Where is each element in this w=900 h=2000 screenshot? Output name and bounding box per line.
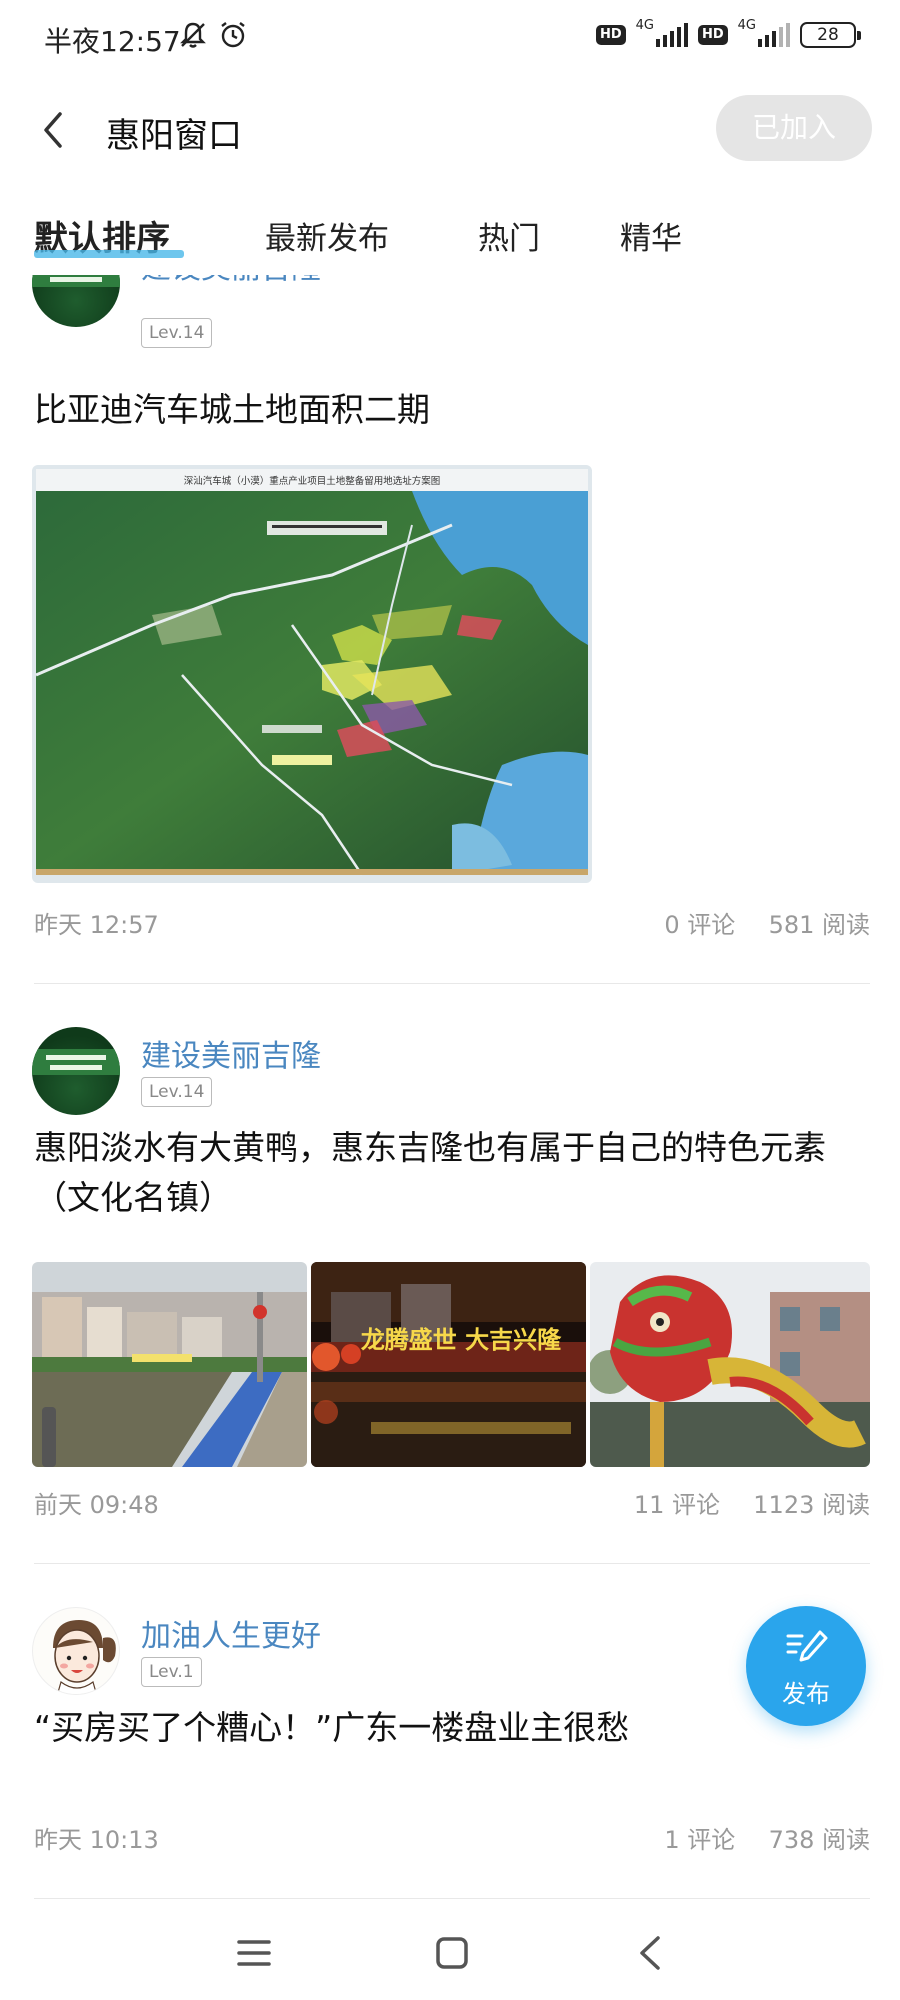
lights-banner-text: 龙腾盛世 大吉兴隆: [361, 1326, 562, 1354]
map-caption: 深汕汽车城（小漠）重点产业项目土地整备留用地选址方案图: [184, 475, 441, 487]
read-count: 738 阅读: [768, 1826, 870, 1854]
tab-latest[interactable]: 最新发布: [265, 213, 389, 258]
divider: [34, 983, 870, 984]
post-stats: 1 评论 738 阅读: [664, 1820, 870, 1855]
post-author[interactable]: 建设美丽吉隆: [141, 1031, 321, 1075]
home-square-icon[interactable]: [434, 1935, 470, 1971]
back-arrow-icon[interactable]: [38, 108, 68, 152]
back-triangle-icon[interactable]: [632, 1935, 668, 1971]
level-badge: Lev.14: [141, 1077, 213, 1107]
avatar[interactable]: [32, 275, 120, 327]
level-badge: Lev.1: [141, 1657, 202, 1687]
tab-hot[interactable]: 热门: [478, 213, 540, 258]
network-type-1: 4G: [635, 17, 654, 33]
joined-button[interactable]: 已加入: [716, 95, 872, 161]
comment-count[interactable]: 11 评论: [634, 1491, 720, 1519]
status-time: 半夜12:57: [44, 25, 181, 58]
read-count: 581 阅读: [768, 911, 870, 939]
post-stats: 11 评论 1123 阅读: [634, 1485, 870, 1520]
avatar[interactable]: [32, 1607, 120, 1695]
status-indicators: HD 4G HD 4G 28: [595, 18, 861, 48]
menu-icon[interactable]: [236, 1935, 272, 1971]
signal-icon-2: [758, 23, 790, 47]
post-card[interactable]: 建设美丽吉隆 Lev.14 惠阳淡水有大黄鸭，惠东吉隆也有属于自己的特色元素（文…: [0, 985, 900, 1565]
post-time: 前天 09:48: [34, 1491, 159, 1519]
comment-count[interactable]: 0 评论: [664, 911, 735, 939]
status-bar: 半夜12:57 HD 4G HD 4G 28: [0, 0, 900, 80]
system-nav-bar: [0, 1905, 900, 2000]
post-stats: 0 评论 581 阅读: [664, 905, 870, 940]
bell-off-icon: [180, 22, 206, 48]
battery-icon: 28: [800, 22, 861, 48]
level-badge: Lev.14: [141, 318, 213, 348]
avatar[interactable]: [32, 1027, 120, 1115]
network-type-2: 4G: [737, 17, 756, 33]
post-title[interactable]: “买房买了个糟心！”广东一楼盘业主很愁: [34, 1703, 864, 1753]
post-image-map[interactable]: 深汕汽车城（小漠）重点产业项目土地整备留用地选址方案图: [32, 465, 592, 883]
pencil-edit-icon: [786, 1630, 828, 1662]
post-card[interactable]: 建设美丽吉隆 Lev.14 比亚迪汽车城土地面积二期 深汕汽车城（小漠）重点产业…: [0, 275, 900, 985]
publish-fab-button[interactable]: 发布: [746, 1606, 866, 1726]
hd-badge-2: HD: [697, 25, 728, 45]
post-author[interactable]: 加油人生更好: [141, 1611, 321, 1655]
post-author[interactable]: 建设美丽吉隆: [141, 275, 321, 287]
alarm-icon: [221, 22, 245, 48]
post-title[interactable]: 比亚迪汽车城土地面积二期: [34, 385, 864, 435]
header: 惠阳窗口 已加入: [0, 90, 900, 170]
active-tab-underline: [34, 250, 184, 258]
post-time: 昨天 10:13: [34, 1826, 159, 1854]
hd-badge: HD: [595, 25, 626, 45]
divider: [34, 1563, 870, 1564]
post-card[interactable]: 加油人生更好 Lev.1 “买房买了个糟心！”广东一楼盘业主很愁 昨天 10:1…: [0, 1565, 900, 1900]
page-title: 惠阳窗口: [106, 116, 242, 156]
read-count: 1123 阅读: [753, 1491, 870, 1519]
comment-count[interactable]: 1 评论: [664, 1826, 735, 1854]
post-image-night-lights[interactable]: 龙腾盛世 大吉兴隆: [311, 1262, 586, 1467]
divider: [34, 1898, 870, 1899]
signal-icon: [655, 23, 688, 47]
publish-label: 发布: [782, 1680, 830, 1708]
post-image-dragon[interactable]: [590, 1262, 870, 1467]
post-title[interactable]: 惠阳淡水有大黄鸭，惠东吉隆也有属于自己的特色元素（文化名镇）: [34, 1123, 864, 1223]
post-image-river[interactable]: [32, 1262, 307, 1467]
post-time: 昨天 12:57: [34, 911, 159, 939]
tab-featured[interactable]: 精华: [620, 213, 682, 258]
